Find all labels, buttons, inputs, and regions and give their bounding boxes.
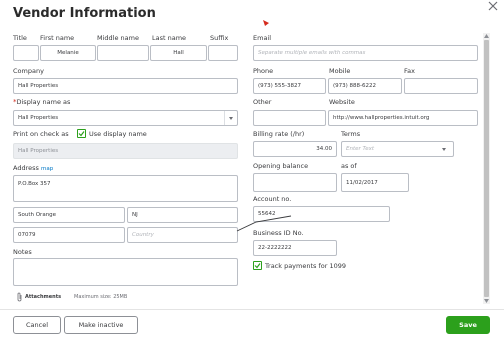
make-inactive-button[interactable]: Make inactive xyxy=(64,316,138,334)
cancel-button[interactable]: Cancel xyxy=(13,316,61,334)
first-name-label: First name xyxy=(40,34,75,42)
use-display-name-label: Use display name xyxy=(89,130,147,138)
scroll-up-arrow-icon[interactable] xyxy=(484,34,489,38)
display-name-dropdown-button[interactable] xyxy=(224,111,237,125)
email-label: Email xyxy=(253,34,272,42)
address-label: Address map xyxy=(13,164,53,172)
terms-select[interactable]: Enter Text xyxy=(341,141,454,157)
fax-label: Fax xyxy=(404,67,415,75)
checkmark-icon xyxy=(254,263,261,269)
notes-textarea[interactable] xyxy=(13,258,238,286)
company-input[interactable]: Hall Properties xyxy=(13,78,238,94)
scrollbar-thumb[interactable] xyxy=(484,40,489,297)
chevron-down-icon xyxy=(442,147,446,151)
scroll-down-arrow-icon[interactable] xyxy=(484,299,489,303)
other-input[interactable] xyxy=(253,110,326,126)
suffix-input[interactable] xyxy=(208,45,238,61)
display-name-select[interactable]: Hall Properties xyxy=(13,110,238,126)
other-label: Other xyxy=(253,98,272,106)
middle-name-input[interactable] xyxy=(97,45,149,61)
last-name-input[interactable]: Hall xyxy=(150,45,207,61)
chevron-down-icon xyxy=(229,116,233,120)
map-link[interactable]: map xyxy=(41,166,53,172)
checkmark-icon xyxy=(78,131,85,137)
display-name-label-text: Display name as xyxy=(16,98,71,106)
notes-label: Notes xyxy=(13,248,32,256)
save-button[interactable]: Save xyxy=(446,316,490,334)
fax-input[interactable] xyxy=(404,78,478,94)
terms-dropdown-button[interactable] xyxy=(435,142,453,156)
as-of-label: as of xyxy=(341,162,357,170)
footer-divider xyxy=(0,309,504,310)
country-input[interactable]: Country xyxy=(127,227,238,243)
annotation-line xyxy=(236,215,292,232)
print-on-check-input[interactable]: Hall Properties xyxy=(13,143,238,159)
account-no-label: Account no. xyxy=(253,195,292,203)
paperclip-icon xyxy=(17,292,22,302)
billing-rate-label: Billing rate (/hr) xyxy=(253,130,305,138)
max-size-text: Maximum size: 25MB xyxy=(74,294,128,300)
track-payments-label: Track payments for 1099 xyxy=(265,262,347,270)
billing-rate-input[interactable]: 34.00 xyxy=(253,141,337,157)
zip-input[interactable]: 07079 xyxy=(13,227,125,243)
mobile-input[interactable]: (973) 888-6222 xyxy=(328,78,402,94)
first-name-input[interactable]: Melanie xyxy=(40,45,96,61)
company-label: Company xyxy=(13,67,44,75)
opening-balance-label: Opening balance xyxy=(253,162,309,170)
mobile-label: Mobile xyxy=(329,67,351,75)
email-input[interactable]: Separate multiple emails with commas xyxy=(253,45,478,61)
street-input[interactable]: P.O.Box 357 xyxy=(13,175,238,202)
dialog-title: Vendor Information xyxy=(13,6,156,21)
address-label-text: Address xyxy=(13,164,39,172)
terms-placeholder: Enter Text xyxy=(346,146,374,152)
website-label: Website xyxy=(329,98,355,106)
suffix-label: Suffix xyxy=(210,34,229,42)
as-of-date-input[interactable]: 11/02/2017 xyxy=(341,173,409,192)
attachments-label[interactable]: Attachments xyxy=(25,294,61,300)
cursor-marker-icon xyxy=(263,20,269,26)
display-name-value: Hall Properties xyxy=(18,115,59,121)
website-input[interactable]: http://www.hallproperties.intuit.org xyxy=(328,110,478,126)
state-input[interactable]: NJ xyxy=(127,207,238,223)
display-name-label: *Display name as xyxy=(13,98,70,106)
title-label: Title xyxy=(13,34,27,42)
city-input[interactable]: South Orange xyxy=(13,207,125,223)
last-name-label: Last name xyxy=(152,34,187,42)
phone-input[interactable]: (973) 555-3827 xyxy=(253,78,326,94)
track-payments-checkbox[interactable] xyxy=(253,261,262,270)
opening-balance-input[interactable] xyxy=(253,173,337,192)
business-id-input[interactable]: 22-2222222 xyxy=(253,240,337,256)
terms-label: Terms xyxy=(341,130,361,138)
print-on-check-label: Print on check as xyxy=(13,130,69,138)
phone-label: Phone xyxy=(253,67,274,75)
close-icon[interactable] xyxy=(487,0,499,12)
title-input[interactable] xyxy=(13,45,39,61)
middle-name-label: Middle name xyxy=(97,34,139,42)
use-display-name-checkbox[interactable] xyxy=(77,129,86,138)
